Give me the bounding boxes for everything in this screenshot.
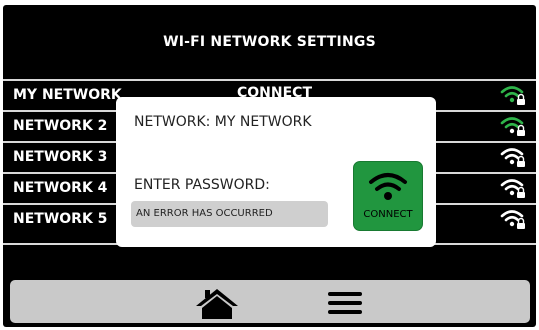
wifi-icon xyxy=(369,173,407,200)
network-name: NETWORK 2 xyxy=(13,118,108,134)
password-dialog: NETWORK: MY NETWORK ENTER PASSWORD: AN E… xyxy=(116,97,436,247)
network-name: MY NETWORK xyxy=(13,87,122,103)
password-input[interactable]: AN ERROR HAS OCCURRED xyxy=(131,201,328,227)
dialog-network-label: NETWORK: MY NETWORK xyxy=(134,114,312,130)
password-error-text: AN ERROR HAS OCCURRED xyxy=(136,208,273,219)
wifi-locked-icon xyxy=(500,148,525,167)
password-label: ENTER PASSWORD: xyxy=(134,177,270,193)
bottom-nav-bar xyxy=(10,280,530,323)
network-name: NETWORK 5 xyxy=(13,211,108,227)
network-name: NETWORK 3 xyxy=(13,149,108,165)
network-name: NETWORK 4 xyxy=(13,180,108,196)
hamburger-menu-icon[interactable] xyxy=(328,292,362,316)
connect-button-label: CONNECT xyxy=(363,209,413,220)
page-title: WI-FI NETWORK SETTINGS xyxy=(163,34,376,50)
connect-button[interactable]: CONNECT xyxy=(353,161,423,231)
wifi-locked-icon xyxy=(500,117,525,136)
wifi-locked-icon xyxy=(500,210,525,229)
home-icon[interactable] xyxy=(194,286,240,320)
wifi-locked-icon xyxy=(500,179,525,198)
wifi-locked-icon xyxy=(500,86,525,105)
